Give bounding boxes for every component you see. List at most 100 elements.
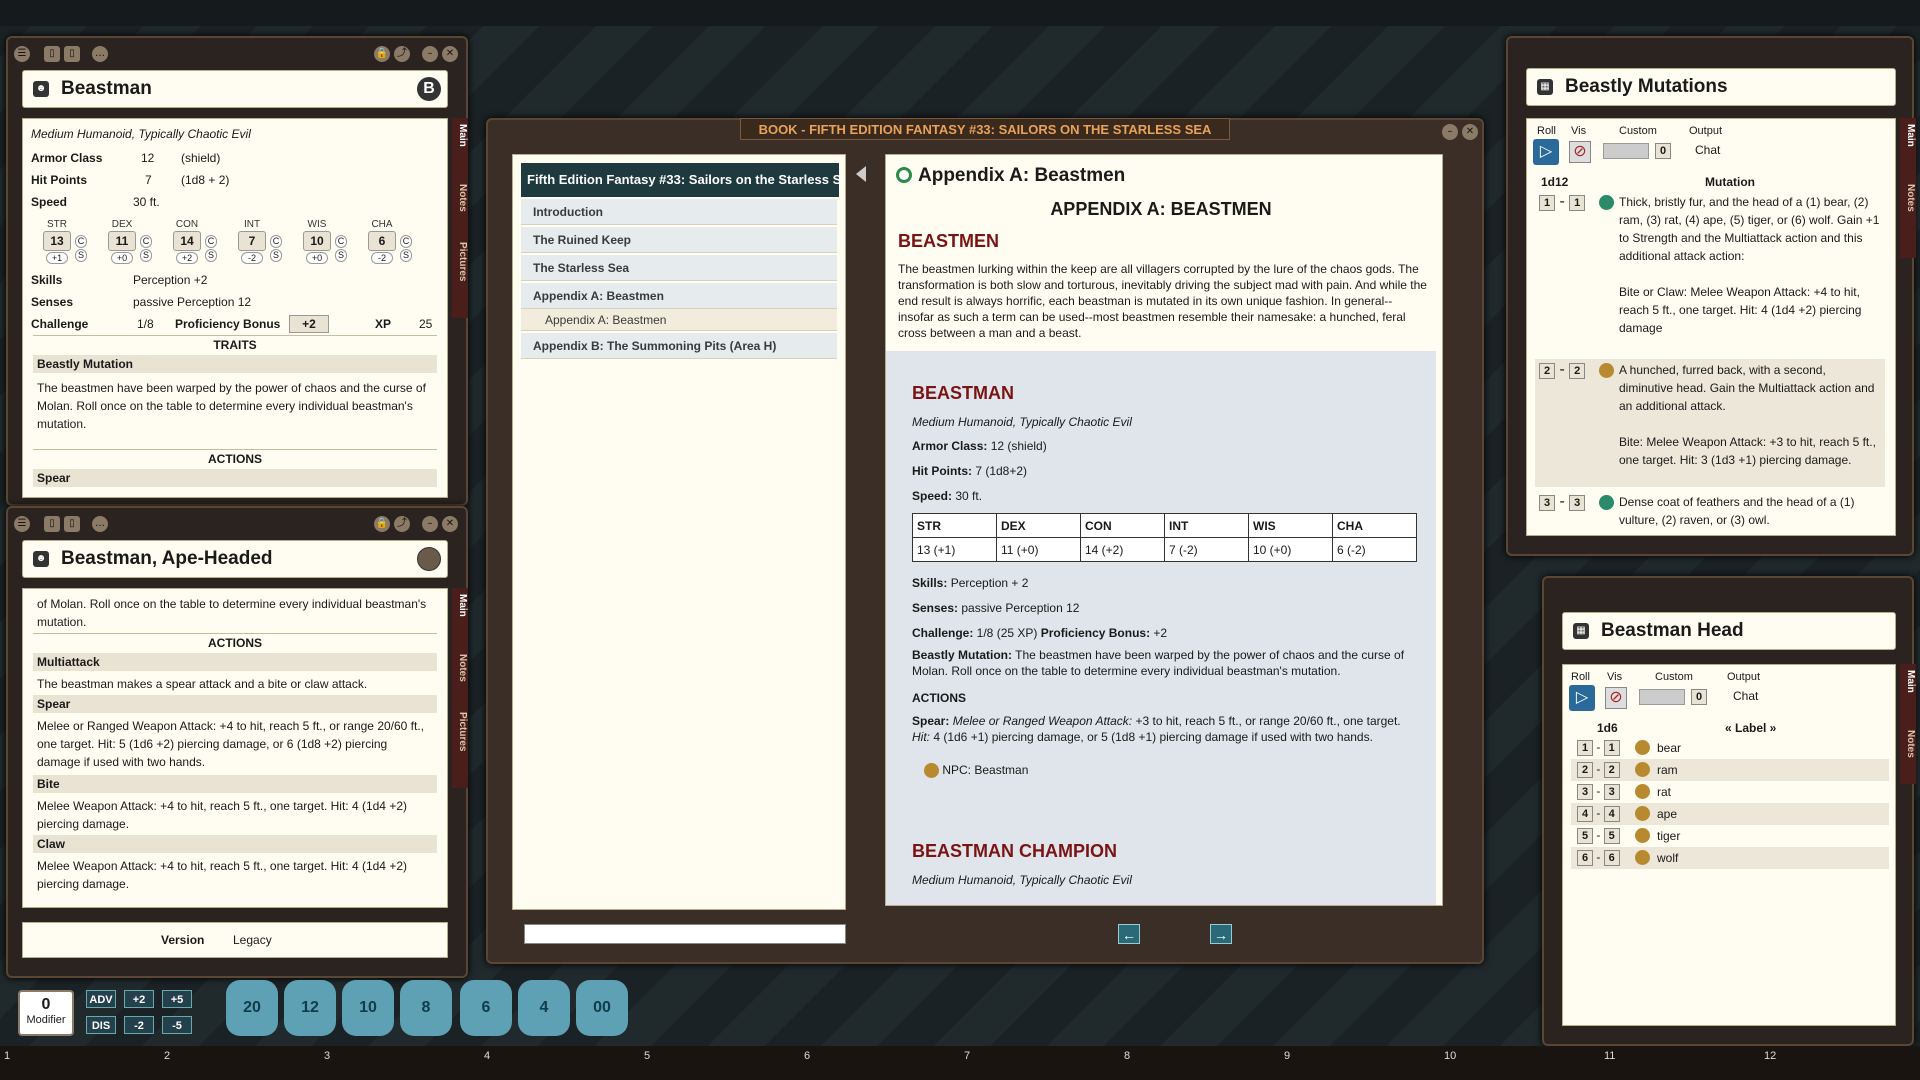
custom-dice-slot[interactable] [1603,143,1649,159]
die-d8[interactable]: 8 [400,980,452,1036]
toc-header[interactable]: Fifth Edition Fantasy #33: Sailors on th… [521,163,839,197]
speed-value[interactable]: 30 ft. [133,195,160,209]
minimize-icon[interactable]: – [422,516,438,532]
ac-note[interactable]: (shield) [181,151,220,165]
tab-notes[interactable]: Notes [452,184,468,212]
tab-notes[interactable]: Notes [452,654,468,682]
link-icon[interactable]: ⤴ [394,46,410,62]
npc-link[interactable]: NPC: Beastman [924,763,1028,779]
token-badge[interactable]: B [417,77,441,101]
action-spear[interactable]: Spear [33,469,437,487]
check-toggle[interactable]: C [140,235,152,248]
save-toggle[interactable]: S [140,249,152,262]
hotkey-slot-number[interactable]: 5 [644,1050,650,1062]
xp-value[interactable]: 25 [419,317,432,331]
check-toggle[interactable]: C [270,235,282,248]
ability-dex[interactable]: DEX 11 +0 [108,219,136,264]
output-value[interactable]: Chat [1695,143,1720,157]
skills-value[interactable]: Perception +2 [133,273,207,287]
hotkey-slot-number[interactable]: 6 [804,1050,810,1062]
copy-icon[interactable]: ▯ [64,46,80,62]
trait-name[interactable]: Beastly Mutation [33,355,437,373]
search-input[interactable] [524,924,846,944]
custom-count[interactable]: 0 [1691,689,1707,705]
ability-wis[interactable]: WIS 10 +0 [303,219,331,264]
check-toggle[interactable]: C [400,235,412,248]
prev-page-button[interactable]: ← [1118,924,1140,944]
roll-result-icon[interactable] [1635,740,1650,755]
toc-appendix-b[interactable]: Appendix B: The Summoning Pits (Area H) [521,333,837,359]
tab-main[interactable]: Main [452,124,468,147]
prof-value[interactable]: +2 [289,315,329,333]
modifier-box[interactable]: 0 Modifier [18,990,74,1036]
close-icon[interactable]: ✕ [442,516,458,532]
hotkey-slot-number[interactable]: 9 [1284,1050,1290,1062]
visibility-icon[interactable]: ⊘ [1605,687,1627,709]
version-value[interactable]: Legacy [233,933,272,947]
die-d6[interactable]: 6 [460,980,512,1036]
roll-result-icon[interactable] [1599,363,1614,378]
plus5-button[interactable]: +5 [162,990,192,1008]
roll-button[interactable]: ▷ [1533,139,1559,165]
roll-result-icon[interactable] [1635,828,1650,843]
save-toggle[interactable]: S [335,249,347,262]
challenge-value[interactable]: 1/8 [137,317,154,331]
hotkey-slot-number[interactable]: 7 [964,1050,970,1062]
minimize-icon[interactable]: – [422,46,438,62]
save-toggle[interactable]: S [205,249,217,262]
roll-result-icon[interactable] [1635,850,1650,865]
roll-result-icon[interactable] [1635,806,1650,821]
action-bite[interactable]: Bite [33,775,437,793]
menu-icon[interactable]: ☰ [14,516,30,532]
visibility-icon[interactable]: ⊘ [1569,141,1591,163]
toc-starless-sea[interactable]: The Starless Sea [521,255,837,281]
toc-introduction[interactable]: Introduction [521,199,837,225]
minus2-button[interactable]: -2 [124,1016,154,1034]
copy-icon[interactable]: ▯ [64,516,80,532]
ability-cha[interactable]: CHA 6 -2 [368,219,396,264]
custom-count[interactable]: 0 [1655,143,1671,159]
hotkey-slot-number[interactable]: 11 [1604,1050,1615,1062]
lock-icon[interactable]: 🔒 [374,46,390,62]
roll-button[interactable]: ▷ [1569,685,1595,711]
action-multiattack[interactable]: Multiattack [33,653,437,671]
roll-result-icon[interactable] [1635,762,1650,777]
collapse-arrow-icon[interactable] [856,166,866,182]
roll-result-icon[interactable] [1599,195,1614,210]
next-page-button[interactable]: → [1210,924,1232,944]
check-toggle[interactable]: C [335,235,347,248]
die-d20[interactable]: 20 [226,980,278,1036]
tab-pictures[interactable]: Pictures [452,242,468,281]
toc-appendix-a[interactable]: Appendix A: Beastmen [521,283,837,309]
hotkey-slot-number[interactable]: 10 [1444,1050,1456,1062]
die-d12[interactable]: 12 [284,980,336,1036]
plus2-button[interactable]: +2 [124,990,154,1008]
share-icon[interactable]: ▯ [44,46,60,62]
check-toggle[interactable]: C [75,235,87,248]
roll-result-icon[interactable] [1635,784,1650,799]
hotkey-slot-number[interactable]: 12 [1764,1050,1776,1062]
die-d4[interactable]: 4 [518,980,570,1036]
toc-ruined-keep[interactable]: The Ruined Keep [521,227,837,253]
tab-main[interactable]: Main [1900,670,1916,693]
ability-str[interactable]: STR 13 +1 [43,219,71,264]
tab-pictures[interactable]: Pictures [452,712,468,751]
roll-result-icon[interactable] [1599,495,1614,510]
hp-note[interactable]: (1d8 + 2) [181,173,229,187]
tab-main[interactable]: Main [1900,124,1916,147]
hp-value[interactable]: 7 [145,173,152,187]
tab-main[interactable]: Main [452,594,468,617]
link-icon[interactable]: ⤴ [394,516,410,532]
menu-icon[interactable]: ☰ [14,46,30,62]
hotkey-slot-number[interactable]: 4 [484,1050,490,1062]
close-icon[interactable]: ✕ [1462,124,1478,140]
action-claw[interactable]: Claw [33,835,437,853]
senses-value[interactable]: passive Perception 12 [133,295,251,309]
action-spear[interactable]: Spear [33,695,437,713]
lock-icon[interactable]: 🔒 [374,516,390,532]
chat-icon[interactable]: … [92,46,108,62]
minimize-icon[interactable]: – [1442,124,1458,140]
save-toggle[interactable]: S [75,249,87,262]
hotkey-slot-number[interactable]: 8 [1124,1050,1130,1062]
hotkey-slot-number[interactable]: 2 [164,1050,170,1062]
